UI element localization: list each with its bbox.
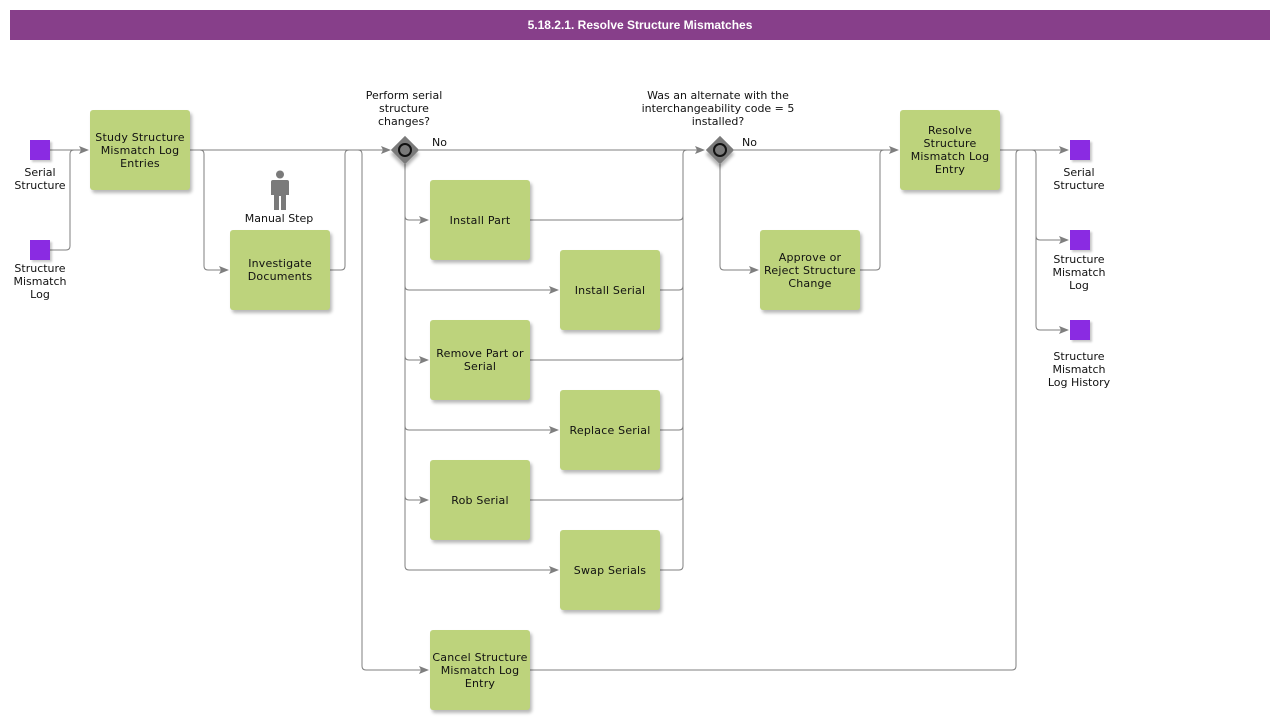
connector-replace-serial-out xyxy=(660,425,684,431)
output-log-history-label: Structure Mismatch Log History xyxy=(1047,350,1111,389)
gateway1-circle-icon xyxy=(398,143,412,157)
connector-install-serial-out xyxy=(660,285,684,291)
task-remove-part-or-serial[interactable]: Remove Part or Serial xyxy=(430,320,530,400)
gateway2-no-label: No xyxy=(742,136,757,149)
connector-to-cancel xyxy=(357,149,429,674)
task-label: Replace Serial xyxy=(569,423,651,437)
input-mismatch-log-icon xyxy=(30,240,50,260)
output-mismatch-log-label: Structure Mismatch Log xyxy=(1052,253,1106,292)
connector-to-replace-serial xyxy=(404,425,559,434)
connector-resolve-to-mismatch-log xyxy=(1031,149,1069,244)
output-serial-structure-icon xyxy=(1070,140,1090,160)
connector-rob-serial-out xyxy=(530,495,684,501)
task-approve-or-reject[interactable]: Approve or Reject Structure Change xyxy=(760,230,860,310)
manual-step-label: Manual Step xyxy=(244,212,314,225)
task-label: Swap Serials xyxy=(573,563,647,577)
connector-to-remove-part xyxy=(404,355,429,364)
task-label: Study Structure Mismatch Log Entries xyxy=(95,130,185,170)
input-serial-structure-label: Serial Structure xyxy=(14,166,66,192)
connector-to-install-serial xyxy=(404,285,559,294)
person-icon xyxy=(271,170,289,210)
task-swap-serials[interactable]: Swap Serials xyxy=(560,530,660,610)
task-rob-serial[interactable]: Rob Serial xyxy=(430,460,530,540)
task-label: Approve or Reject Structure Change xyxy=(764,250,856,290)
task-label: Investigate Documents xyxy=(247,257,313,283)
connector-to-rob-serial xyxy=(404,495,429,504)
task-investigate-documents[interactable]: Investigate Documents xyxy=(230,230,330,310)
connector-remove-part-out xyxy=(530,355,684,361)
task-cancel-mismatch-entry[interactable]: Cancel Structure Mismatch Log Entry xyxy=(430,630,530,710)
output-mismatch-log-icon xyxy=(1070,230,1090,250)
connector-investigate-to-gateway1 xyxy=(330,149,350,271)
task-resolve-mismatch-entry[interactable]: Resolve Structure Mismatch Log Entry xyxy=(900,110,1000,190)
input-mismatch-log-label: Structure Mismatch Log xyxy=(13,262,67,301)
connector-study-to-investigate xyxy=(199,149,229,274)
task-label: Install Part xyxy=(449,213,511,227)
connector-gateway2-to-approve xyxy=(719,164,759,274)
task-label: Rob Serial xyxy=(451,493,509,507)
task-install-part[interactable]: Install Part xyxy=(430,180,530,260)
task-install-serial[interactable]: Install Serial xyxy=(560,250,660,330)
task-label: Remove Part or Serial xyxy=(436,347,524,373)
task-label: Resolve Structure Mismatch Log Entry xyxy=(910,124,990,176)
output-serial-structure-label: Serial Structure xyxy=(1053,166,1105,192)
gateway2-question: Was an alternate with the interchangeabi… xyxy=(641,89,795,128)
gateway1-question: Perform serial structure changes? xyxy=(365,89,443,128)
gateway2-circle-icon xyxy=(713,143,727,157)
output-log-history-icon xyxy=(1070,320,1090,340)
gateway1-no-label: No xyxy=(432,136,447,149)
connector-mismatch-log-to-study xyxy=(50,149,80,251)
task-study-mismatch-entries[interactable]: Study Structure Mismatch Log Entries xyxy=(90,110,190,190)
task-label: Install Serial xyxy=(574,283,646,297)
task-label: Cancel Structure Mismatch Log Entry xyxy=(432,650,528,690)
connector-install-part-out xyxy=(530,215,684,221)
input-serial-structure-icon xyxy=(30,140,50,160)
task-replace-serial[interactable]: Replace Serial xyxy=(560,390,660,470)
connector-approve-out xyxy=(860,149,885,271)
connector-to-install-part xyxy=(404,215,429,224)
